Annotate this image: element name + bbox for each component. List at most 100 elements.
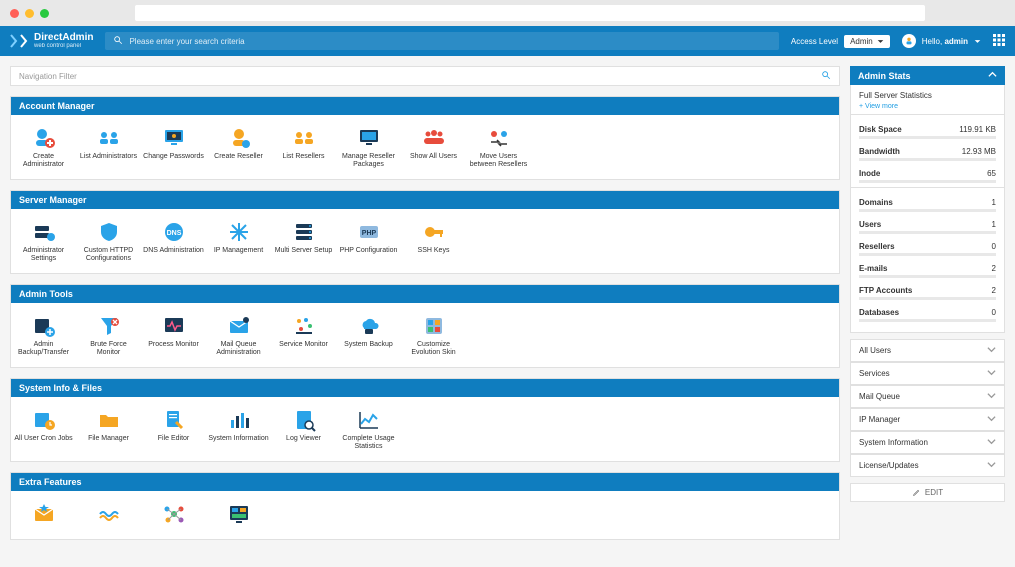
tile-list-administrators[interactable]: List Administrators: [76, 123, 141, 171]
tile-log-viewer[interactable]: Log Viewer: [271, 405, 336, 453]
section-extra-features: Extra Features: [10, 472, 840, 540]
user-gear-icon: [208, 125, 269, 151]
navigation-filter[interactable]: [10, 66, 840, 86]
progress-bar: [859, 180, 996, 183]
chevron-down-icon: [987, 437, 996, 448]
tile-create-reseller[interactable]: Create Reseller: [206, 123, 271, 171]
tile-label: Log Viewer: [273, 435, 334, 443]
apps-grid-icon[interactable]: [993, 34, 1005, 48]
tile-system-backup[interactable]: System Backup: [336, 311, 401, 359]
section-account-manager: Account ManagerCreate AdministratorList …: [10, 96, 840, 180]
admin-stats-header[interactable]: Admin Stats: [850, 66, 1005, 85]
tile-create-administrator[interactable]: Create Administrator: [11, 123, 76, 171]
tile-label: IP Management: [208, 247, 269, 255]
accordion-all-users[interactable]: All Users: [850, 339, 1005, 362]
tile-file-manager[interactable]: File Manager: [76, 405, 141, 453]
stat-row: Bandwidth12.93 MB: [859, 143, 996, 158]
tile-file-editor[interactable]: File Editor: [141, 405, 206, 453]
brand-subtitle: web control panel: [34, 43, 93, 49]
tile-process-monitor[interactable]: Process Monitor: [141, 311, 206, 359]
tile-label: File Manager: [78, 435, 139, 443]
navigation-filter-input[interactable]: [19, 72, 821, 81]
tile-php-configuration[interactable]: PHP Configuration: [336, 217, 401, 265]
stat-row: Users1: [859, 216, 996, 231]
tile-label: File Editor: [143, 435, 204, 443]
view-more-link[interactable]: + View more: [859, 103, 898, 110]
tile-customize-evolution-skin[interactable]: Customize Evolution Skin: [401, 311, 466, 359]
tile-dashboard[interactable]: [206, 499, 271, 531]
tile-service-monitor[interactable]: Service Monitor: [271, 311, 336, 359]
logo-icon: [10, 34, 30, 48]
tile-label: System Information: [208, 435, 269, 443]
monitor-key-icon: [143, 125, 204, 151]
traffic-light-close[interactable]: [10, 9, 19, 18]
section-header: Account Manager: [11, 97, 839, 115]
brand-logo[interactable]: DirectAdmin web control panel: [10, 33, 93, 49]
tile-change-passwords[interactable]: Change Passwords: [141, 123, 206, 171]
tile-dns-administration[interactable]: DNS Administration: [141, 217, 206, 265]
tile-all-user-cron-jobs[interactable]: All User Cron Jobs: [11, 405, 76, 453]
traffic-light-max[interactable]: [40, 9, 49, 18]
tile-mail-star[interactable]: [11, 499, 76, 531]
tile-admin-backup-transfer[interactable]: Admin Backup/Transfer: [11, 311, 76, 359]
user-plus-icon: [13, 125, 74, 151]
snowflake-icon: [208, 219, 269, 245]
search-icon: [113, 35, 123, 47]
tile-system-information[interactable]: System Information: [206, 405, 271, 453]
progress-bar: [859, 297, 996, 300]
pulse-icon: [143, 313, 204, 339]
accordion-services[interactable]: Services: [850, 362, 1005, 385]
chevron-down-icon: [987, 368, 996, 379]
tile-list-resellers[interactable]: List Resellers: [271, 123, 336, 171]
tile-complete-usage-statistics[interactable]: Complete Usage Statistics: [336, 405, 401, 453]
edit-button[interactable]: EDIT: [850, 483, 1005, 502]
tile-mail-queue-administration[interactable]: Mail Queue Administration: [206, 311, 271, 359]
stat-row: E-mails2: [859, 260, 996, 275]
accordion-ip-manager[interactable]: IP Manager: [850, 408, 1005, 431]
tile-label: Manage Reseller Packages: [338, 153, 399, 169]
tile-waves[interactable]: [76, 499, 141, 531]
tile-label: Move Users between Resellers: [468, 153, 529, 169]
tile-custom-httpd-configurations[interactable]: Custom HTTPD Configurations: [76, 217, 141, 265]
tile-label: SSH Keys: [403, 247, 464, 255]
stat-row: Databases0: [859, 304, 996, 319]
tile-move-users-between-resellers[interactable]: Move Users between Resellers: [466, 123, 531, 171]
tile-show-all-users[interactable]: Show All Users: [401, 123, 466, 171]
accordion-mail-queue[interactable]: Mail Queue: [850, 385, 1005, 408]
tile-administrator-settings[interactable]: Administrator Settings: [11, 217, 76, 265]
tile-ssh-keys[interactable]: SSH Keys: [401, 217, 466, 265]
stat-value: 2: [992, 286, 996, 295]
access-level-select[interactable]: Admin: [844, 35, 890, 48]
chevron-down-icon: [987, 391, 996, 402]
server-gear-icon: [13, 219, 74, 245]
hello-user: admin: [944, 37, 968, 46]
tile-label: Admin Backup/Transfer: [13, 341, 74, 357]
stat-key: Inode: [859, 169, 880, 178]
stat-key: Domains: [859, 198, 893, 207]
stat-key: Bandwidth: [859, 147, 900, 156]
stat-row: Inode65: [859, 165, 996, 180]
tile-brute-force-monitor[interactable]: Brute Force Monitor: [76, 311, 141, 359]
tile-manage-reseller-packages[interactable]: Manage Reseller Packages: [336, 123, 401, 171]
chevron-down-icon: [987, 414, 996, 425]
stat-key: Databases: [859, 308, 899, 317]
traffic-light-min[interactable]: [25, 9, 34, 18]
tile-molecule[interactable]: [141, 499, 206, 531]
tile-label: Multi Server Setup: [273, 247, 334, 255]
global-search-input[interactable]: [129, 37, 770, 46]
folder-icon: [78, 407, 139, 433]
full-server-stats-link[interactable]: Full Server Statistics: [859, 91, 996, 100]
users-orange-icon: [273, 125, 334, 151]
access-level-value: Admin: [850, 37, 873, 46]
tile-label: List Resellers: [273, 153, 334, 161]
url-bar[interactable]: [135, 5, 925, 21]
accordion-system-information[interactable]: System Information: [850, 431, 1005, 454]
accordion-label: Services: [859, 369, 890, 378]
tile-multi-server-setup[interactable]: Multi Server Setup: [271, 217, 336, 265]
progress-bar: [859, 231, 996, 234]
tile-ip-management[interactable]: IP Management: [206, 217, 271, 265]
tile-label: System Backup: [338, 341, 399, 349]
accordion-license-updates[interactable]: License/Updates: [850, 454, 1005, 477]
user-menu[interactable]: Hello, admin: [902, 34, 981, 48]
global-search[interactable]: [105, 32, 778, 50]
